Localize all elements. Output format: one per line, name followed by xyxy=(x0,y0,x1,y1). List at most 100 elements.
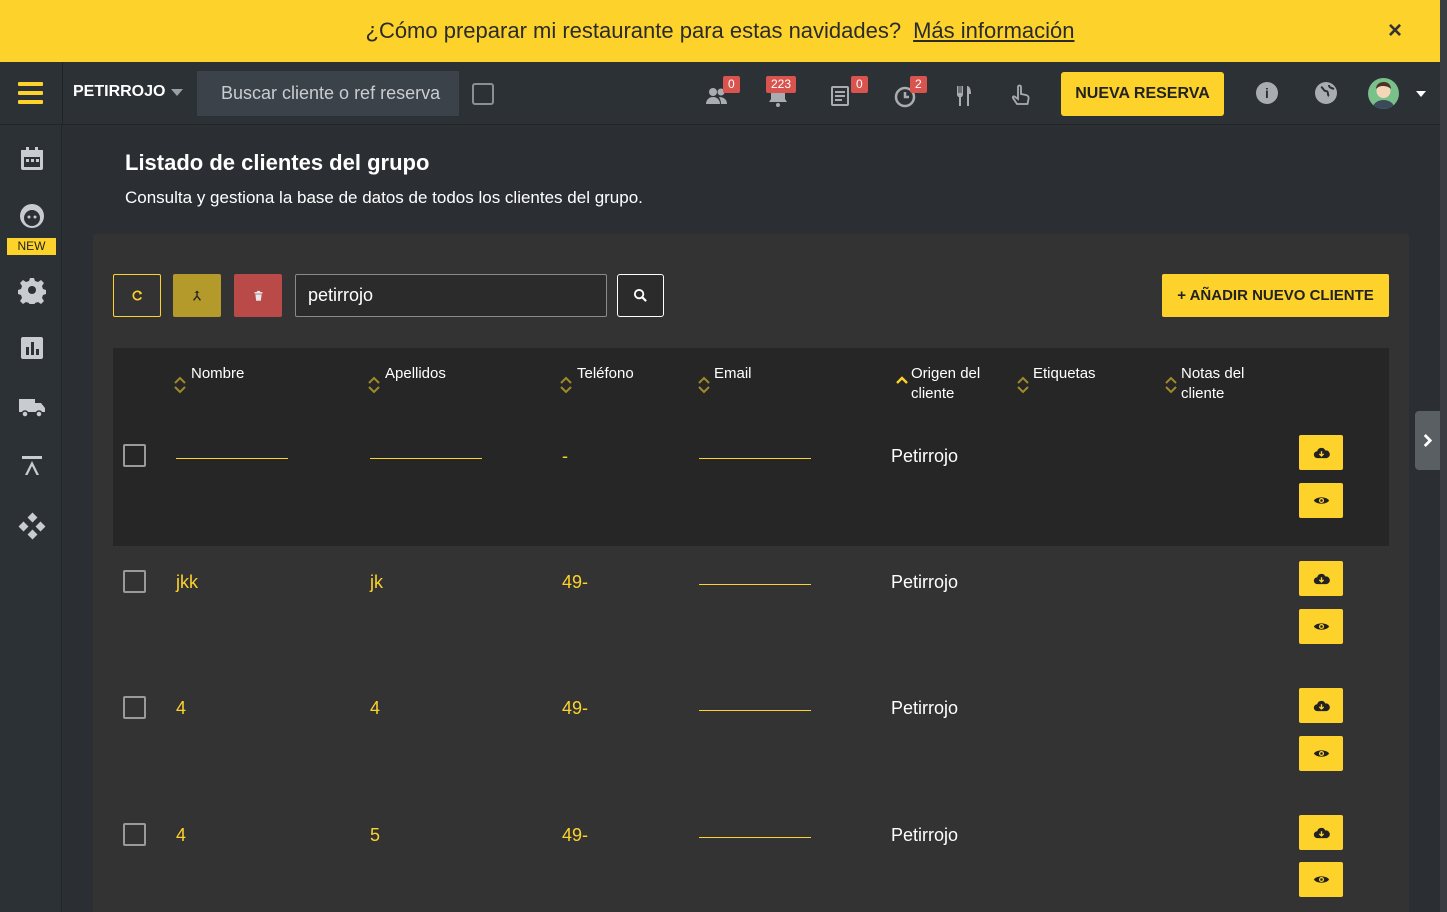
telefono-cell[interactable]: - xyxy=(562,446,568,467)
nombre-cell[interactable]: jkk xyxy=(176,572,198,593)
nombre-link-empty[interactable] xyxy=(176,458,288,459)
group-selector[interactable]: PETIRROJO xyxy=(73,83,184,101)
client-filter-input[interactable] xyxy=(295,274,607,317)
nombre-cell[interactable]: 4 xyxy=(176,698,186,719)
merge-clients-button[interactable] xyxy=(173,274,221,317)
customers-icon[interactable]: 0 xyxy=(705,76,740,108)
column-telefono[interactable]: Teléfono xyxy=(577,364,634,384)
email-link-empty[interactable] xyxy=(699,458,811,459)
origen-cell: Petirrojo xyxy=(891,572,959,592)
page-title: Listado de clientes del grupo xyxy=(125,150,430,175)
sort-notas-icon[interactable] xyxy=(1164,374,1178,396)
notifications-bell-icon[interactable]: 223 xyxy=(766,76,797,108)
customers-badge: 0 xyxy=(723,76,740,93)
column-notas[interactable]: Notas del cliente xyxy=(1181,364,1261,404)
sort-origen-active-icon[interactable] xyxy=(895,374,909,396)
view-button[interactable] xyxy=(1299,736,1343,771)
side-panel-toggle[interactable] xyxy=(1415,411,1440,470)
table-row: 4 5 49- Petirrojo xyxy=(113,799,1389,912)
telefono-cell[interactable]: 49- xyxy=(562,698,588,719)
apellidos-cell[interactable]: jk xyxy=(370,572,383,593)
nombre-cell[interactable]: 4 xyxy=(176,825,186,846)
search-option-checkbox[interactable] xyxy=(472,83,494,105)
eye-icon xyxy=(1313,876,1329,883)
user-avatar[interactable] xyxy=(1368,78,1399,109)
chevron-down-icon xyxy=(171,88,184,96)
table-row: 4 4 49- Petirrojo xyxy=(113,672,1389,798)
row-checkbox[interactable] xyxy=(123,444,146,467)
table-row: - Petirrojo xyxy=(113,420,1389,546)
delivery-truck-icon[interactable] xyxy=(18,392,46,420)
statistics-chart-icon[interactable] xyxy=(18,334,46,362)
group-name: PETIRROJO xyxy=(73,83,166,100)
eye-icon xyxy=(1313,750,1329,757)
sort-telefono-icon[interactable] xyxy=(559,374,573,396)
customer-face-icon[interactable] xyxy=(18,202,46,230)
download-button[interactable] xyxy=(1299,815,1343,850)
new-reservation-button[interactable]: NUEVA RESERVA xyxy=(1061,72,1224,116)
news-icon[interactable]: 0 xyxy=(829,76,868,108)
banner-close-icon[interactable]: × xyxy=(1388,19,1402,43)
page-scrollbar[interactable] xyxy=(1440,0,1447,912)
email-link-empty[interactable] xyxy=(699,584,811,585)
globe-icon[interactable] xyxy=(1315,82,1337,104)
hand-pointer-icon[interactable] xyxy=(1009,80,1037,108)
gear-icon[interactable] xyxy=(18,276,46,306)
view-button[interactable] xyxy=(1299,483,1343,518)
view-button[interactable] xyxy=(1299,609,1343,644)
eye-icon xyxy=(1313,623,1329,630)
view-button[interactable] xyxy=(1299,862,1343,897)
row-checkbox[interactable] xyxy=(123,570,146,593)
cloud-download-icon xyxy=(1313,700,1330,711)
restaurant-cutlery-icon[interactable] xyxy=(952,80,980,108)
left-sidebar: NEW xyxy=(0,125,62,912)
row-checkbox[interactable] xyxy=(123,696,146,719)
column-email[interactable]: Email xyxy=(714,364,752,384)
integrations-puzzle-icon[interactable] xyxy=(18,512,46,540)
top-navigation-bar: PETIRROJO 0 223 0 2 NUEVA RESERVA i xyxy=(0,62,1440,125)
refresh-icon xyxy=(131,290,142,301)
column-etiquetas[interactable]: Etiquetas xyxy=(1033,364,1096,384)
sort-apellidos-icon[interactable] xyxy=(367,374,381,396)
announcement-banner: ¿Cómo preparar mi restaurante para estas… xyxy=(0,0,1440,62)
search-icon xyxy=(633,288,647,302)
pending-badge: 2 xyxy=(910,76,927,93)
pending-clock-icon[interactable]: 2 xyxy=(894,76,927,108)
banner-more-info-link[interactable]: Más información xyxy=(913,18,1074,44)
sort-etiquetas-icon[interactable] xyxy=(1016,374,1030,396)
download-button[interactable] xyxy=(1299,435,1343,470)
telefono-cell[interactable]: 49- xyxy=(562,572,588,593)
email-link-empty[interactable] xyxy=(699,710,811,711)
telefono-cell[interactable]: 49- xyxy=(562,825,588,846)
info-icon[interactable]: i xyxy=(1256,82,1278,104)
row-checkbox[interactable] xyxy=(123,823,146,846)
download-button[interactable] xyxy=(1299,688,1343,723)
banner-text: ¿Cómo preparar mi restaurante para estas… xyxy=(365,18,902,43)
delete-button[interactable] xyxy=(234,274,282,317)
table-row: jkk jk 49- Petirrojo xyxy=(113,546,1389,672)
client-search-input[interactable] xyxy=(197,71,459,116)
search-button[interactable] xyxy=(617,274,664,317)
column-origen[interactable]: Origen del cliente xyxy=(911,364,1001,404)
download-button[interactable] xyxy=(1299,561,1343,596)
notifications-badge: 223 xyxy=(766,76,797,93)
eye-icon xyxy=(1313,497,1329,504)
column-nombre[interactable]: Nombre xyxy=(191,364,244,384)
new-badge: NEW xyxy=(7,238,56,255)
refresh-button[interactable] xyxy=(113,274,161,317)
add-new-client-button[interactable]: + AÑADIR NUEVO CLIENTE xyxy=(1162,274,1389,317)
sort-nombre-icon[interactable] xyxy=(173,374,187,396)
user-menu-chevron-icon[interactable] xyxy=(1416,91,1426,97)
table-layout-icon[interactable] xyxy=(18,451,46,479)
origen-cell: Petirrojo xyxy=(891,698,959,718)
sort-email-icon[interactable] xyxy=(697,374,711,396)
clients-table-header: Nombre Apellidos Teléfono Email Origen d… xyxy=(113,348,1389,420)
apellidos-cell[interactable]: 5 xyxy=(370,825,380,846)
hamburger-menu-icon[interactable] xyxy=(18,82,43,104)
calendar-icon[interactable] xyxy=(18,145,46,173)
news-badge: 0 xyxy=(851,76,868,93)
column-apellidos[interactable]: Apellidos xyxy=(385,364,446,384)
email-link-empty[interactable] xyxy=(699,837,811,838)
apellidos-link-empty[interactable] xyxy=(370,458,482,459)
apellidos-cell[interactable]: 4 xyxy=(370,698,380,719)
